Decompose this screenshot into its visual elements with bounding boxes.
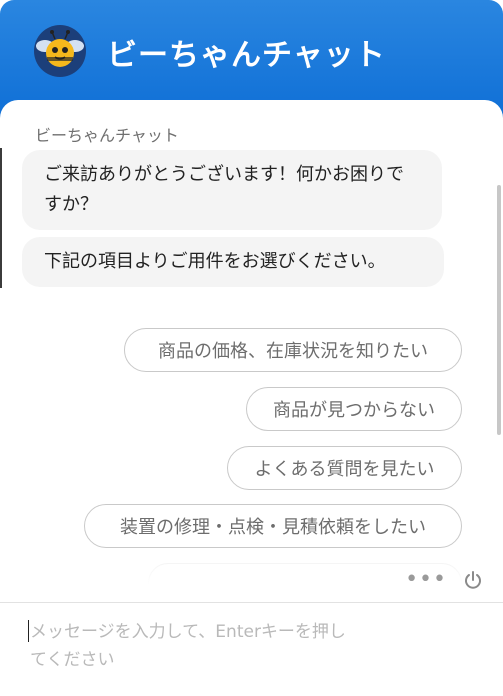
option-product-not-found-button[interactable]: 商品が見つからない (246, 387, 462, 431)
chat-toolbar: ••• (405, 569, 483, 591)
option-faq-button[interactable]: よくある質問を見たい (227, 446, 462, 490)
text-caret (28, 620, 29, 642)
bee-mascot-icon (34, 25, 86, 77)
bot-message: 下記の項目よりご用件をお選びください。 (22, 237, 444, 287)
bot-message: ご来訪ありがとうございます！何かお困りですか？ (22, 150, 442, 230)
chat-scrollbar[interactable] (497, 185, 501, 435)
more-dots-icon[interactable]: ••• (405, 569, 447, 591)
chat-title: ビーちゃんチャット (107, 38, 386, 73)
option-price-stock-button[interactable]: 商品の価格、在庫状況を知りたい (124, 328, 462, 372)
option-repair-request-button[interactable]: 装置の修理・点検・見積依頼をしたい (84, 504, 462, 548)
message-input-placeholder[interactable]: メッセージを入力して、Enterキーを押してください (30, 618, 350, 674)
window-edge (0, 148, 2, 288)
power-icon[interactable] (463, 570, 483, 590)
bot-name-label: ビーちゃんチャット (35, 126, 179, 145)
